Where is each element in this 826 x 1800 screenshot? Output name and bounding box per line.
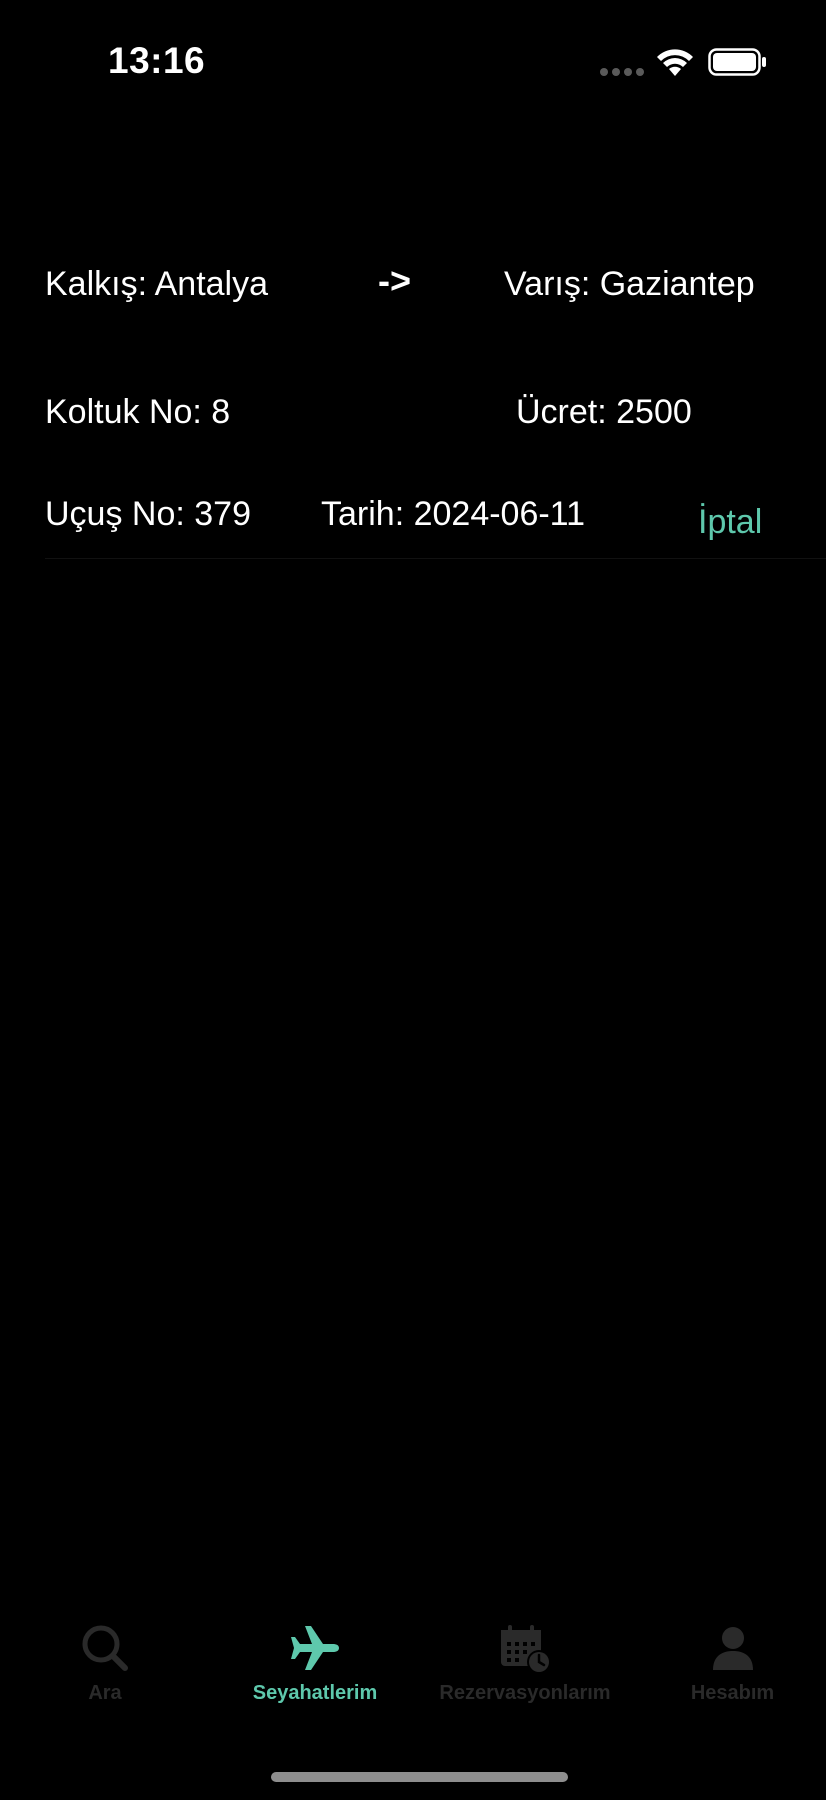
calendar-clock-icon	[501, 1625, 551, 1674]
status-time: 13:16	[108, 40, 206, 81]
search-icon	[82, 1625, 128, 1671]
arrival-label: Varış: Gaziantep	[504, 265, 755, 303]
tab-ara[interactable]: Ara	[65, 1620, 145, 1720]
departure-label: Kalkış: Antalya	[45, 265, 269, 303]
home-indicator[interactable]	[271, 1772, 568, 1782]
ticket-price: Ücret: 2500	[516, 393, 692, 431]
tab-label: Rezervasyonlarım	[439, 1682, 611, 1704]
tab-bar: Ara Seyahatlerim Rezervasyonlarım Hesabı…	[0, 1620, 826, 1720]
person-icon	[712, 1627, 753, 1670]
flight-date: Tarih: 2024-06-11	[321, 495, 585, 533]
tab-label: Seyahatlerim	[252, 1682, 378, 1704]
cellular-signal-icon	[600, 68, 644, 76]
airplane-icon	[291, 1626, 339, 1670]
status-bar: 13:16	[0, 0, 826, 120]
flight-number: Uçuş No: 379	[45, 495, 251, 533]
tab-hesabim[interactable]: Hesabım	[680, 1620, 785, 1720]
trip-card: Kalkış: Antalya -> Varış: Gaziantep Kolt…	[0, 240, 826, 560]
tab-label: Hesabım	[690, 1682, 775, 1704]
route-arrow: ->	[378, 260, 412, 301]
wifi-icon	[657, 49, 693, 76]
tab-label: Ara	[88, 1682, 122, 1704]
tab-rezervasyonlarim[interactable]: Rezervasyonlarım	[420, 1620, 630, 1720]
tab-seyahatlerim[interactable]: Seyahatlerim	[235, 1620, 395, 1720]
seat-number: Koltuk No: 8	[45, 393, 231, 431]
card-divider	[45, 558, 826, 559]
cancel-button[interactable]: İptal	[698, 503, 762, 542]
battery-icon	[708, 48, 766, 76]
